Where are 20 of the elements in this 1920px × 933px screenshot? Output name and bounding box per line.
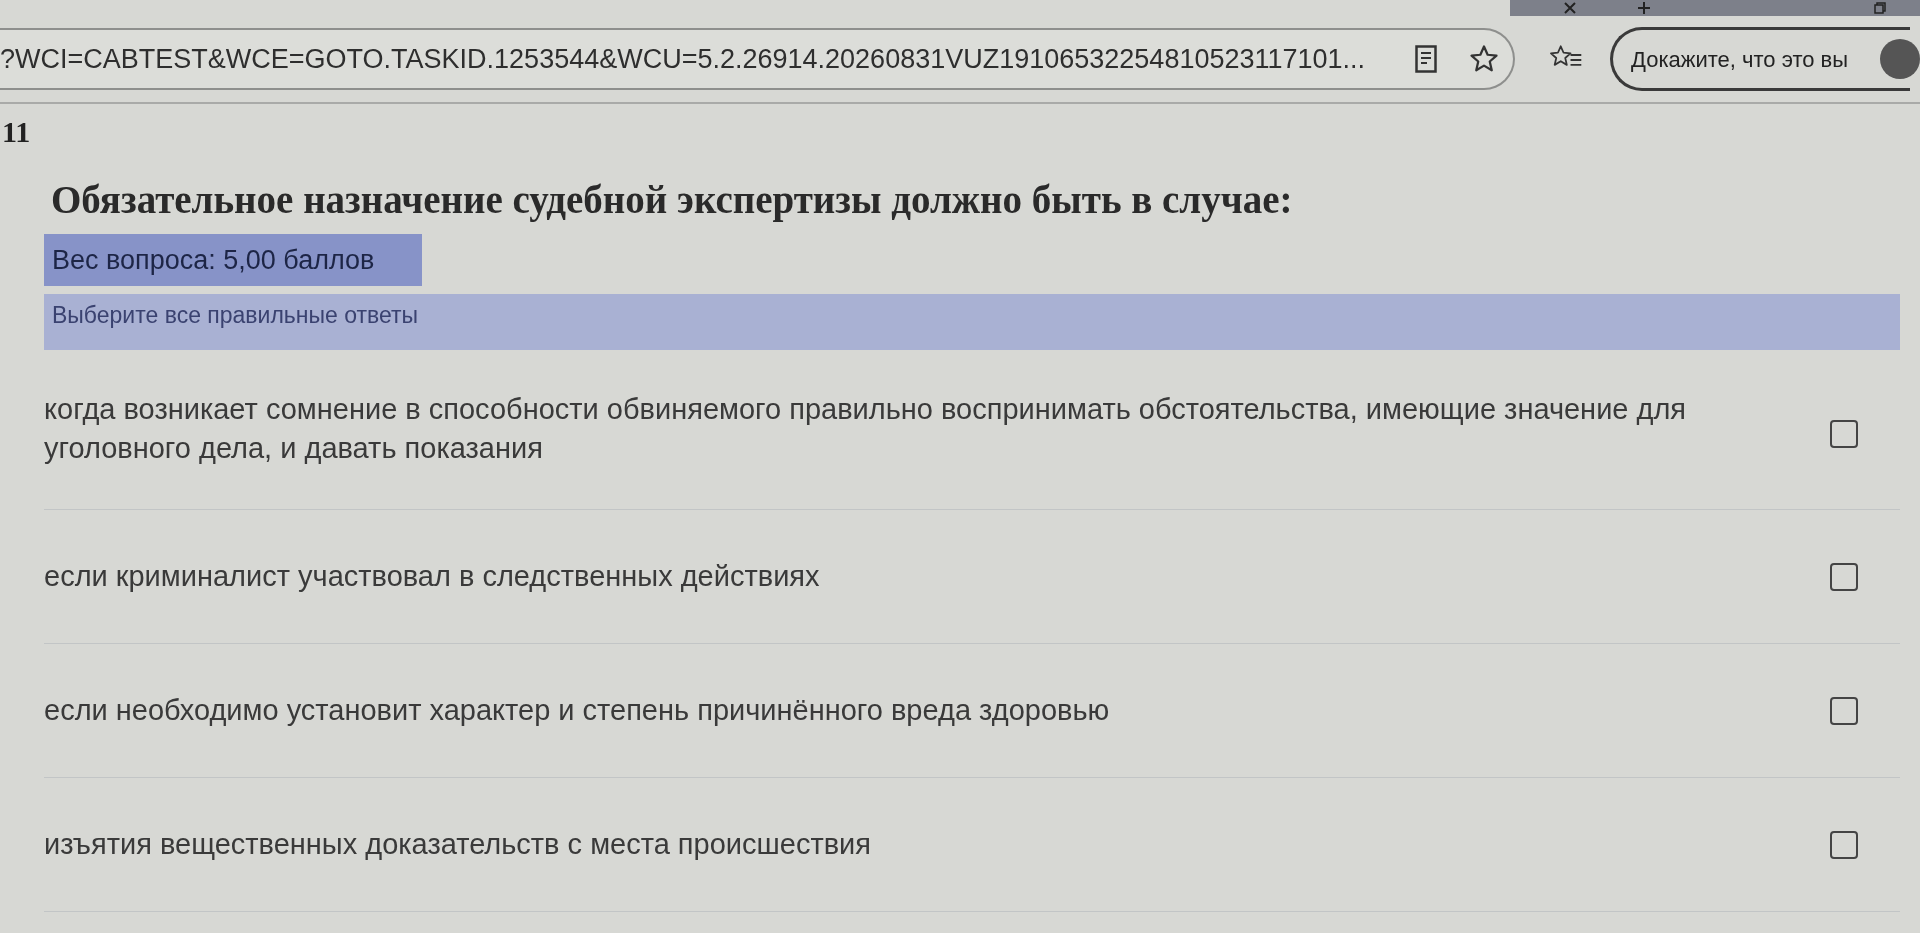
- url-text: ?WCI=CABTEST&WCE=GOTO.TASKID.1253544&WCU=5.2.26914.20260831VUZ19106532254810523117101...: [0, 42, 1366, 76]
- question-number: 11: [2, 114, 31, 150]
- answer-text: если необходимо установит характер и степень причинённого вреда здоровью: [44, 693, 1111, 728]
- restore-icon[interactable]: [1874, 2, 1886, 14]
- answer-text: если криминалист участвовал в следственных действиях: [44, 559, 821, 594]
- plus-icon[interactable]: [1638, 2, 1650, 14]
- instruction-bar: Выберите все правильные ответы: [44, 294, 1900, 350]
- answer-checkbox[interactable]: [1830, 830, 1858, 859]
- answer-text: когда возникает сомнение в способности обвиняемого правильно воспринимать обстоятельства, имеющие значение для уголовного дела, и давать показания: [44, 392, 1688, 466]
- close-icon[interactable]: [1564, 2, 1576, 14]
- answer-checkbox[interactable]: [1830, 562, 1858, 591]
- answer-text: изъятия вещественных доказательств с места происшествия: [44, 827, 872, 862]
- address-bar[interactable]: ?WCI=CABTEST&WCE=GOTO.TASKID.1253544&WCU=5.2.26914.20260831VUZ19106532254810523117101...: [0, 28, 1515, 90]
- answer-checkbox[interactable]: [1830, 696, 1858, 725]
- star-icon[interactable]: [1468, 44, 1499, 74]
- answer-checkbox[interactable]: [1830, 420, 1858, 448]
- avatar-icon[interactable]: [1880, 39, 1920, 79]
- reader-view-icon[interactable]: [1414, 45, 1437, 73]
- question-weight: Вес вопроса: 5,00 баллов: [44, 234, 422, 286]
- question-text: Обязательное назначение судебной экспертизы должно быть в случае:: [51, 177, 1293, 224]
